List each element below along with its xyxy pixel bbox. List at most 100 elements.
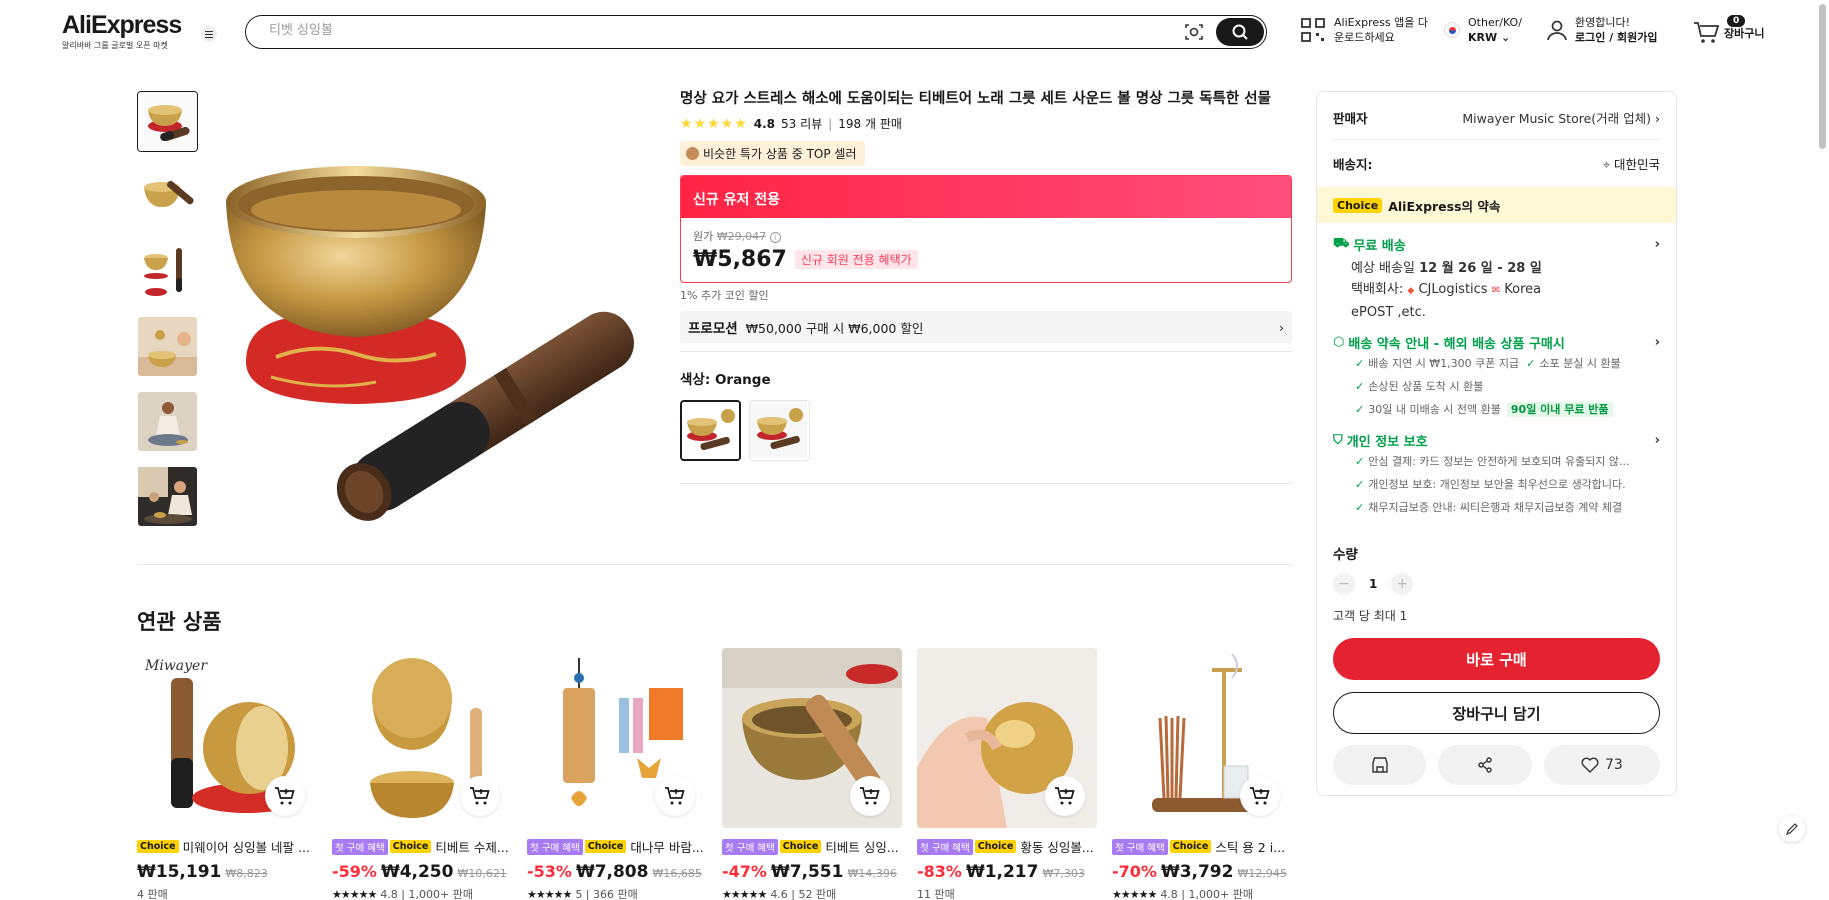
thumbnail-2[interactable] [137,166,198,227]
thumbnail-1[interactable] [137,91,198,152]
first-purchase-tag: 첫 구매 혜택 [527,838,583,855]
rating-stars: ★★★★★ [1112,888,1157,900]
purchase-panel: 판매자 Miwayer Music Store(거래 업체) › 배송지: ⌖ … [1316,91,1677,796]
seller-row[interactable]: 판매자 Miwayer Music Store(거래 업체) › [1317,108,1676,127]
logo-subtitle: 알리바바 그룹 글로벌 오픈 마켓 [62,41,168,50]
image-search-icon[interactable] [1183,21,1205,43]
swatch-variant-2[interactable] [749,400,810,461]
newbie-price-tag: 신규 회원 전용 혜택가 [794,250,918,269]
decrement-button[interactable]: − [1333,573,1355,595]
truck-icon: ⛟ [1333,236,1350,251]
product-card-old-price: ₩8,823 [225,867,268,880]
search-icon [1232,24,1248,40]
ship-to-row[interactable]: 배송지: ⌖ 대한민국 [1317,154,1676,173]
thumbnail-4[interactable] [137,316,198,377]
search-input[interactable] [269,23,1169,38]
thumbnail-3[interactable] [137,241,198,302]
choice-tag: Choice [779,840,822,853]
add-to-cart-icon[interactable] [265,776,305,816]
choice-promise-banner: Choice AliExpress의 약속 [1317,187,1676,223]
guarantee-item: 30일 내 미배송 시 전액 환불 [1368,403,1501,416]
product-card[interactable]: 첫 구매 혜택 Choice 티베트 수제... -59% ₩4,250 ₩10,621… [332,648,512,900]
privacy-item: 채무지급보증 안내: 씨티은행과 채무지급보증 계약 체결 [1368,501,1623,514]
product-card-image[interactable] [1112,648,1292,828]
product-card[interactable]: 첫 구매 혜택 Choice 티베트 싱잉... -47% ₩7,551 ₩14,396… [722,648,902,900]
info-icon[interactable]: i [769,232,781,243]
product-card-price: ₩1,217 [965,862,1039,882]
main-product-image[interactable] [216,92,656,532]
price-box: 신규 유저 전용 원가 ₩29,047 i ₩5,867 신규 회원 전용 혜택… [680,175,1292,283]
login-signup-link[interactable]: 로그인 / 회원가입 [1575,30,1658,45]
guarantee-item: 손상된 상품 도착 시 환불 [1368,380,1484,393]
product-card-old-price: ₩7,303 [1042,867,1085,880]
account-menu[interactable]: 환영합니다! 로그인 / 회원가입 [1545,15,1658,45]
discount-percent: -53% [527,862,572,881]
product-card-meta: 4.8 | 1,000+ 판매 [1160,888,1253,900]
product-card-price: ₩3,792 [1160,862,1234,882]
product-card-image[interactable] [527,648,707,828]
product-card-image[interactable]: Miwayer [137,648,317,828]
add-to-cart-icon[interactable] [1045,776,1085,816]
buy-now-button[interactable]: 바로 구매 [1333,638,1660,680]
add-to-cart-icon[interactable] [655,776,695,816]
free-shipping-section[interactable]: ⛟ 무료 배송 › 예상 배송일 12 월 26 일 - 28 일 택배회사: ◆… [1317,235,1676,323]
review-count[interactable]: 53 리뷰 [781,115,822,132]
seller-name[interactable]: Miwayer Music Store(거래 업체) [1462,111,1651,126]
quantity-value: 1 [1369,577,1378,591]
region-selector[interactable]: Other/KO/KRW ⌄ [1444,15,1522,45]
increment-button[interactable]: + [1391,573,1414,595]
aliexpress-logo[interactable]: AliExpress 알리바바 그룹 글로벌 오픈 마켓 [62,12,182,51]
product-card[interactable]: 첫 구매 혜택 Choice 대나무 바람... -53% ₩7,808 ₩16,685… [527,648,707,900]
wishlist-button[interactable]: 73 [1543,745,1661,785]
original-price-label: 원가 [693,230,714,243]
product-info: 명상 요가 스트레스 해소에 도움이되는 티베트어 노래 그릇 세트 사운드 볼… [680,89,1292,484]
rating-stars: ★★★★★ [680,115,748,132]
product-card-meta: 5 | 366 판매 [575,888,638,900]
store-button[interactable] [1333,745,1427,785]
promotion-label: 프로모션 [688,321,738,337]
share-button[interactable] [1438,745,1532,785]
cart-count-badge: 0 [1727,15,1746,27]
product-card-image[interactable] [332,648,512,828]
product-card-title: 티베트 싱잉... [825,840,899,855]
feedback-edit-button[interactable] [1779,816,1805,842]
top-seller-text: 비슷한 특가 상품 중 TOP 셀러 [703,147,857,161]
shield-box-icon: ⬡ [1333,335,1345,350]
thumbnail-5[interactable] [137,391,198,452]
product-card[interactable]: 첫 구매 혜택 Choice 황동 싱잉볼... -83% ₩1,217 ₩7,303 … [917,648,1097,900]
product-card-image[interactable] [917,648,1097,828]
search-button[interactable] [1216,18,1264,46]
menu-icon[interactable] [201,26,217,42]
choice-tag: Choice [974,840,1017,853]
quantity-limit: 고객 당 최대 1 [1333,609,1408,623]
promotion-bar[interactable]: 프로모션 ₩50,000 구매 시 ₩6,000 할인 › [680,311,1292,343]
quantity-stepper: − 1 + [1317,573,1676,595]
delivery-guarantee-section[interactable]: ⬡ 배송 약속 안내 - 해외 배송 상품 구매시 › ✓ 배송 지연 시 ₩1,3… [1317,333,1676,421]
rating-score: 4.8 [753,116,776,131]
top-header: AliExpress 알리바바 그룹 글로벌 오픈 마켓 AliExpress … [0,0,1829,64]
divider: | [828,116,833,131]
product-card-price: ₩7,551 [770,862,844,882]
swatch-orange[interactable] [680,400,741,461]
privacy-section[interactable]: ⛉ 개인 정보 보호 › ✓ 안심 결제: 카드 정보는 안전하게 보호되며 유출되… [1317,431,1676,519]
korea-post-icon: ✉ [1491,285,1501,296]
user-icon [1547,20,1567,41]
add-to-cart-icon[interactable] [1240,776,1280,816]
add-to-cart-button[interactable]: 장바구니 담기 [1333,692,1660,734]
product-card-image[interactable] [722,648,902,828]
search-bar [245,15,1267,49]
location-pin-icon: ⌖ [1602,157,1610,172]
rating-stars: ★★★★★ [722,888,767,900]
page-scrollbar[interactable] [1819,4,1826,149]
product-card[interactable]: 첫 구매 혜택 Choice 스틱 용 2 i... -70% ₩3,792 ₩12,9… [1112,648,1292,900]
ship-to-label: 배송지: [1333,157,1373,172]
heart-icon [1581,757,1599,773]
first-purchase-tag: 첫 구매 혜택 [917,838,973,855]
app-download[interactable]: AliExpress 앱을 다 운로드하세요 [1300,15,1428,45]
privacy-item: 안심 결제: 카드 정보는 안전하게 보호되며 유출되지 않... [1368,455,1630,468]
choice-tag: Choice [389,840,432,853]
thumbnail-6[interactable] [137,466,198,527]
add-to-cart-icon[interactable] [850,776,890,816]
product-card[interactable]: Miwayer Choice 미웨이어 싱잉볼 네팔 ... ₩15,191 ₩8,… [137,648,317,900]
add-to-cart-icon[interactable] [460,776,500,816]
